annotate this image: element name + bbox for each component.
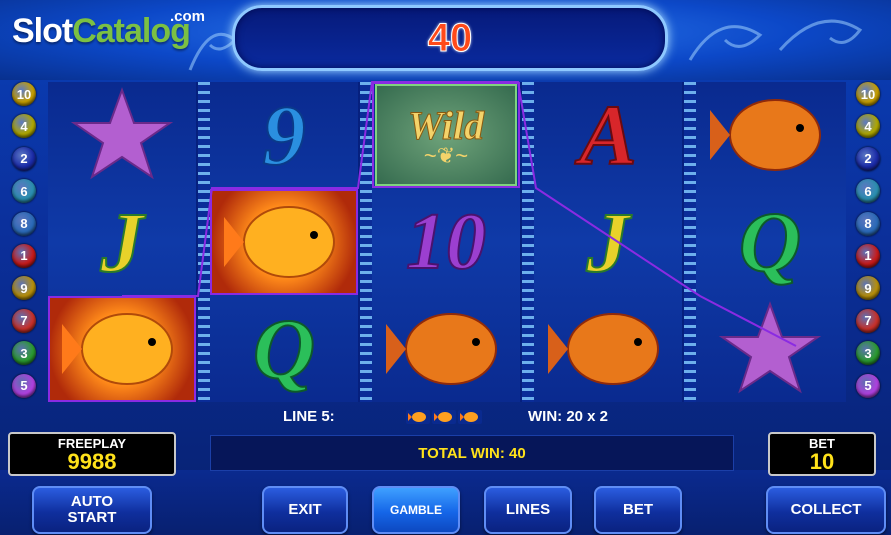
line-badge[interactable]: 10 bbox=[12, 82, 36, 106]
gamble-button[interactable]: GAMBLE bbox=[372, 486, 460, 534]
starfish-icon bbox=[70, 87, 174, 180]
line-badge[interactable]: 3 bbox=[856, 341, 880, 366]
wave-decoration-right bbox=[688, 19, 863, 61]
logo-part-slot: Slot bbox=[12, 12, 73, 50]
right-line-badges: 10 4 2 6 8 1 9 7 3 5 bbox=[854, 82, 882, 406]
freeplay-value: 9988 bbox=[67, 449, 117, 474]
slotcatalog-logo: SlotCatalog bbox=[12, 12, 191, 51]
reel-1: J bbox=[48, 82, 196, 402]
symbol-starfish bbox=[48, 82, 196, 188]
wild-tile: Wild ~❦~ bbox=[375, 84, 517, 186]
reel-separator bbox=[684, 82, 696, 402]
symbol-q: Q bbox=[252, 301, 316, 397]
line-badge[interactable]: 1 bbox=[856, 243, 880, 268]
line-badge[interactable]: 9 bbox=[12, 276, 36, 301]
reel-area: J 9 Q Wild ~❦~ 10 A J Q bbox=[48, 82, 846, 402]
starfish-icon bbox=[718, 301, 822, 394]
bet-value: 10 bbox=[809, 449, 835, 474]
line-win-label: WIN: 20 x 2 bbox=[528, 408, 609, 425]
left-line-badges: 10 4 2 6 8 1 9 7 3 5 bbox=[10, 82, 38, 406]
line-badge[interactable]: 7 bbox=[856, 308, 880, 333]
line-badge[interactable]: 4 bbox=[856, 114, 880, 139]
total-win: TOTAL WIN: 40 bbox=[210, 435, 734, 471]
fish-icon bbox=[458, 410, 482, 424]
reel-separator bbox=[198, 82, 210, 402]
line-badge[interactable]: 3 bbox=[12, 341, 36, 366]
line-badge[interactable]: 5 bbox=[12, 373, 36, 398]
symbol-fish bbox=[534, 296, 682, 402]
bet-button[interactable]: BET bbox=[594, 486, 682, 534]
symbol-wild: Wild ~❦~ bbox=[372, 82, 520, 188]
line-label: LINE 5: bbox=[283, 408, 335, 425]
symbol-j: J bbox=[100, 194, 145, 290]
reel-separator bbox=[522, 82, 534, 402]
wild-label: Wild bbox=[407, 102, 485, 148]
logo-suffix: .com bbox=[170, 8, 206, 25]
symbol-ten: 10 bbox=[405, 198, 487, 286]
fish-icon bbox=[432, 410, 456, 424]
line-badge[interactable]: 1 bbox=[12, 243, 36, 268]
reel-3: Wild ~❦~ 10 bbox=[372, 82, 520, 402]
reel-separator bbox=[360, 82, 372, 402]
line-badge[interactable]: 7 bbox=[12, 308, 36, 333]
auto-start-button[interactable]: AUTO START bbox=[32, 486, 152, 534]
line-badge[interactable]: 5 bbox=[856, 373, 880, 398]
symbol-q: Q bbox=[738, 194, 802, 290]
win-info-row: LINE 5: WIN: 20 x 2 bbox=[0, 404, 891, 428]
win-display: 40 bbox=[232, 5, 668, 71]
flourish-icon: ~❦~ bbox=[423, 142, 469, 168]
fish-icon bbox=[548, 313, 659, 385]
fish-icon bbox=[224, 206, 335, 278]
symbol-nine: 9 bbox=[262, 87, 307, 183]
line-badge[interactable]: 10 bbox=[856, 82, 880, 106]
line-badge[interactable]: 6 bbox=[856, 179, 880, 204]
line-badge[interactable]: 2 bbox=[12, 146, 36, 171]
win-amount: 40 bbox=[427, 15, 473, 60]
fish-icon bbox=[386, 313, 497, 385]
reel-2: 9 Q bbox=[210, 82, 358, 402]
bet-panel: BET 10 bbox=[768, 432, 876, 476]
fish-icon bbox=[406, 410, 430, 424]
symbol-fish-winning bbox=[210, 189, 358, 295]
symbol-a: A bbox=[578, 87, 637, 183]
symbol-fish bbox=[696, 82, 844, 188]
lines-button[interactable]: LINES bbox=[484, 486, 572, 534]
line-badge[interactable]: 8 bbox=[856, 211, 880, 236]
line-badge[interactable]: 4 bbox=[12, 114, 36, 139]
line-badge[interactable]: 2 bbox=[856, 146, 880, 171]
line-badge[interactable]: 8 bbox=[12, 211, 36, 236]
reel-4: A J bbox=[534, 82, 682, 402]
symbol-fish bbox=[372, 296, 520, 402]
fish-icon bbox=[710, 99, 821, 171]
symbol-starfish bbox=[696, 296, 844, 402]
winning-symbols bbox=[406, 410, 482, 424]
exit-button[interactable]: EXIT bbox=[262, 486, 348, 534]
freeplay-panel: FREEPLAY 9988 bbox=[8, 432, 176, 476]
fish-icon bbox=[62, 313, 173, 385]
line-badge[interactable]: 6 bbox=[12, 179, 36, 204]
line-badge[interactable]: 9 bbox=[856, 276, 880, 301]
symbol-j: J bbox=[586, 194, 631, 290]
reel-5: Q bbox=[696, 82, 846, 402]
collect-button[interactable]: COLLECT bbox=[766, 486, 886, 534]
symbol-fish-winning bbox=[48, 296, 196, 402]
